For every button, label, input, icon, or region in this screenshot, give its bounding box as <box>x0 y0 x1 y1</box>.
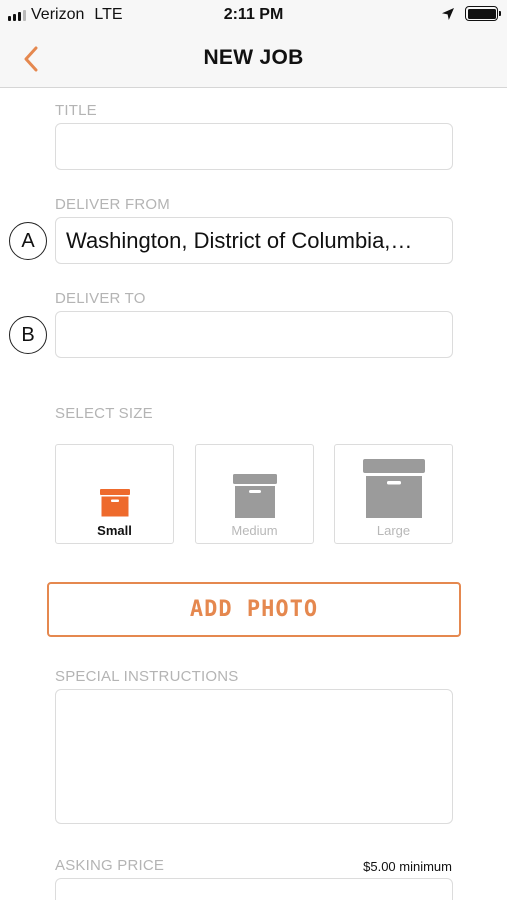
size-option-medium[interactable]: Medium <box>195 444 314 544</box>
select-size-label: SELECT SIZE <box>55 405 153 422</box>
deliver-from-input[interactable]: Washington, District of Columbia,… <box>55 217 453 264</box>
status-time: 2:11 PM <box>223 6 284 23</box>
deliver-from-label: DELIVER FROM <box>55 196 170 213</box>
size-option-large[interactable]: Large <box>334 444 453 544</box>
box-icon <box>232 474 277 518</box>
status-right <box>441 6 501 21</box>
status-bar: Verizon LTE 2:11 PM <box>0 0 507 30</box>
special-instructions-input[interactable] <box>55 689 453 824</box>
marker-a: A <box>9 222 47 260</box>
title-label: TITLE <box>55 102 97 119</box>
location-arrow-icon <box>442 7 454 20</box>
size-label-small: Small <box>97 523 132 538</box>
battery-fill <box>467 8 496 19</box>
size-option-small[interactable]: Small <box>55 444 174 544</box>
asking-price-label: ASKING PRICE <box>55 857 165 874</box>
asking-price-input[interactable] <box>55 878 453 900</box>
price-minimum-note: $5.00 minimum <box>363 859 452 874</box>
battery-icon <box>465 6 501 21</box>
deliver-to-input[interactable] <box>55 311 453 358</box>
box-icon <box>362 459 425 518</box>
add-photo-button[interactable]: ADD PHOTO <box>47 582 461 637</box>
page-title: NEW JOB <box>203 46 304 69</box>
size-label-large: Large <box>376 523 411 538</box>
special-instructions-label: SPECIAL INSTRUCTIONS <box>55 668 239 685</box>
marker-b: B <box>9 316 47 354</box>
title-input[interactable] <box>55 123 453 170</box>
box-icon <box>99 489 130 517</box>
nav-bar: NEW JOB <box>0 30 507 88</box>
deliver-to-label: DELIVER TO <box>55 290 146 307</box>
size-label-medium: Medium <box>231 523 278 538</box>
